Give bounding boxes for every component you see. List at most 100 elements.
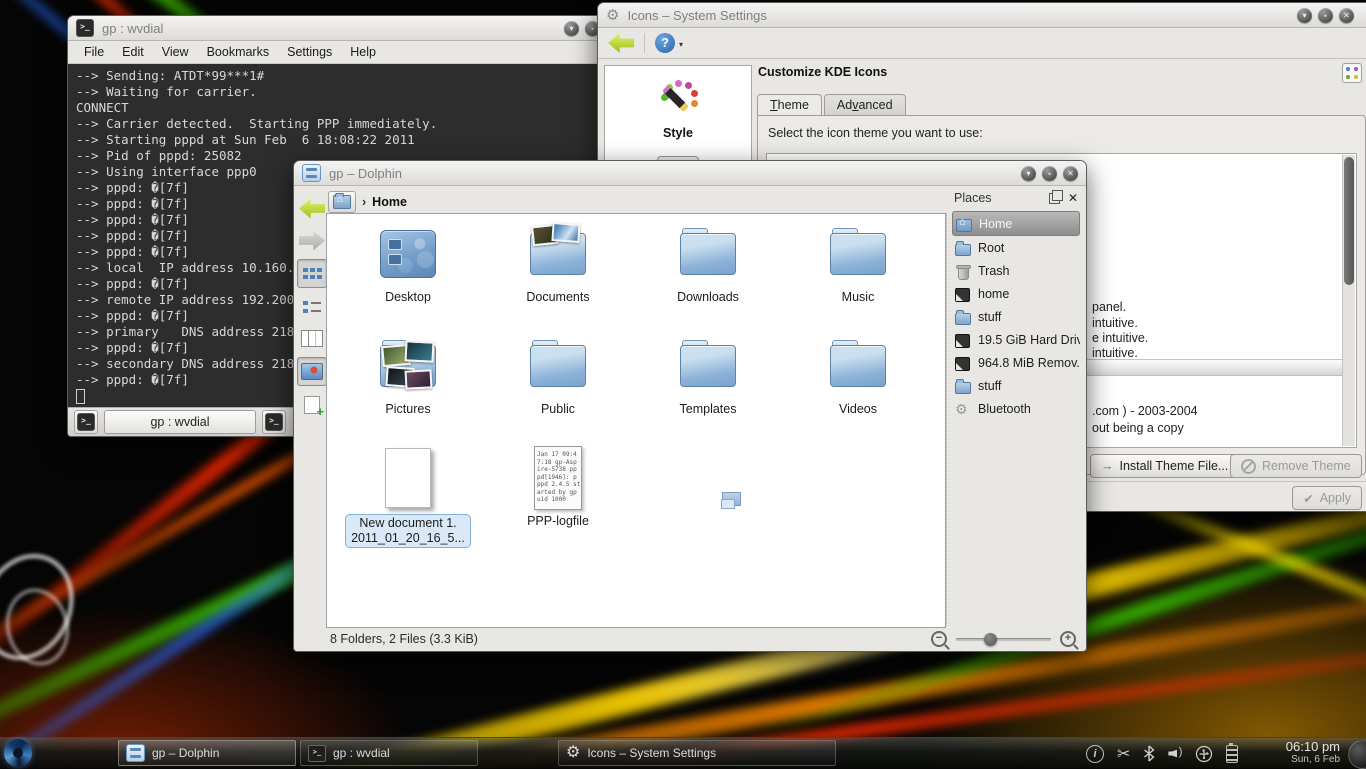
maximize-button[interactable]: [1318, 8, 1333, 23]
file-label: Desktop: [385, 290, 431, 305]
panel-splitter-handle[interactable]: [946, 213, 950, 626]
menu-edit[interactable]: Edit: [114, 43, 152, 61]
apply-button[interactable]: ✔ Apply: [1292, 486, 1362, 510]
breadcrumb-location[interactable]: Home: [372, 195, 407, 209]
dolphin-titlebar[interactable]: gp – Dolphin: [294, 161, 1086, 186]
back-arrow-icon[interactable]: [608, 33, 634, 53]
file-blank-icon: [385, 446, 431, 510]
drive-icon: [955, 332, 971, 348]
app-launcher-icon[interactable]: [4, 739, 32, 767]
sidebar-item-style[interactable]: Style: [605, 76, 751, 140]
place-label: 964.8 MiB Remov...: [978, 356, 1080, 370]
file-item-documents[interactable]: Documents: [483, 222, 633, 334]
back-button[interactable]: [298, 195, 326, 222]
details-view-button[interactable]: [298, 293, 326, 320]
icons-view-button[interactable]: [297, 259, 327, 288]
file-item-downloads[interactable]: Downloads: [633, 222, 783, 334]
place-item-bluetooth[interactable]: ⚙Bluetooth: [952, 397, 1080, 420]
breadcrumb-home-button[interactable]: [328, 191, 356, 213]
install-theme-button[interactable]: → Install Theme File...: [1090, 454, 1239, 478]
info-icon[interactable]: i: [1086, 745, 1104, 763]
system-tray: i✂: [1086, 740, 1238, 767]
place-item-964-8-mib-remov[interactable]: 964.8 MiB Remov...: [952, 351, 1080, 374]
volume-icon[interactable]: [1168, 748, 1182, 760]
folder-icon: [955, 378, 971, 394]
float-panel-icon[interactable]: [1049, 193, 1060, 204]
task-label: Icons – System Settings: [587, 746, 716, 760]
terminal-icon: [77, 413, 95, 431]
close-button[interactable]: [1339, 8, 1354, 23]
place-label: Bluetooth: [978, 402, 1031, 416]
task-icons-system-settings[interactable]: ⚙Icons – System Settings: [558, 740, 836, 766]
digital-clock[interactable]: 06:10 pm Sun, 6 Feb: [1286, 740, 1340, 765]
help-icon[interactable]: ?▾: [655, 33, 675, 53]
scrollbar-thumb[interactable]: [1344, 157, 1354, 285]
file-grid: Desktop DocumentsDownloadsMusic Pictures Pu…: [327, 214, 945, 558]
place-item-trash[interactable]: Trash: [952, 259, 1080, 282]
preview-toggle-button[interactable]: [297, 357, 327, 386]
bluetooth-icon[interactable]: [1143, 745, 1155, 762]
dolphin-statusbar: 8 Folders, 2 Files (3.3 KiB) − +: [294, 626, 1086, 651]
terminal-line: --> Sending: ATDT*99***1#: [76, 68, 600, 84]
remove-theme-button[interactable]: Remove Theme: [1230, 454, 1362, 478]
place-item-stuff[interactable]: stuff: [952, 305, 1080, 328]
terminal-line: --> Carrier detected. Starting PPP immed…: [76, 116, 600, 132]
file-item-templates[interactable]: Templates: [633, 334, 783, 446]
klipper-scissors-icon[interactable]: ✂: [1117, 744, 1130, 764]
breadcrumb-separator: ›: [362, 195, 366, 209]
place-label: 19.5 GiB Hard Drive: [978, 333, 1080, 347]
file-item-music[interactable]: Music: [783, 222, 933, 334]
minimize-button[interactable]: [564, 21, 579, 36]
panel-toolbox-cashew[interactable]: [1348, 740, 1366, 769]
clock-time: 06:10 pm: [1286, 740, 1340, 754]
tab-advanced[interactable]: Advanced: [824, 94, 906, 115]
task-gp-wvdial[interactable]: gp : wvdial: [300, 740, 478, 766]
terminal-titlebar[interactable]: gp : wvdial: [68, 16, 608, 41]
usb-device-icon[interactable]: [1195, 745, 1213, 763]
file-item-videos[interactable]: Videos: [783, 334, 933, 446]
menu-bookmarks[interactable]: Bookmarks: [199, 43, 278, 61]
system-settings-titlebar[interactable]: ⚙ Icons – System Settings: [598, 3, 1366, 28]
maximize-button[interactable]: [1042, 166, 1057, 181]
tab-theme[interactable]: Theme: [757, 94, 822, 115]
split-view-button[interactable]: [298, 391, 326, 418]
tab-list-button[interactable]: [262, 410, 286, 434]
folder-view[interactable]: Desktop DocumentsDownloadsMusic Pictures Pu…: [326, 213, 946, 628]
file-item-desktop[interactable]: Desktop: [333, 222, 483, 334]
file-item-new-document-1[interactable]: New document 1.2011_01_20_16_5...: [333, 446, 483, 558]
minimize-button[interactable]: [1021, 166, 1036, 181]
minimize-button[interactable]: [1297, 8, 1312, 23]
forward-button[interactable]: [298, 227, 326, 254]
place-item-home[interactable]: Home: [952, 211, 1080, 236]
file-item-pictures[interactable]: Pictures: [333, 334, 483, 446]
place-item-19-5-gib-hard-drive[interactable]: 19.5 GiB Hard Drive: [952, 328, 1080, 351]
zoom-slider[interactable]: [956, 632, 1051, 646]
menu-view[interactable]: View: [154, 43, 197, 61]
place-item-stuff[interactable]: stuff: [952, 374, 1080, 397]
folder-pics-icon: [380, 334, 436, 398]
close-button[interactable]: [1063, 166, 1078, 181]
task-gp-dolphin[interactable]: gp – Dolphin: [118, 740, 296, 766]
zoom-out-icon[interactable]: −: [931, 631, 947, 647]
menu-help[interactable]: Help: [342, 43, 384, 61]
file-label: Pictures: [385, 402, 430, 417]
zoom-slider-knob[interactable]: [984, 633, 997, 646]
battery-icon[interactable]: [1226, 745, 1238, 763]
columns-view-button[interactable]: [298, 325, 326, 352]
place-label: stuff: [978, 310, 1001, 324]
close-panel-icon[interactable]: ✕: [1068, 191, 1078, 205]
menu-settings[interactable]: Settings: [279, 43, 340, 61]
terminal-tab[interactable]: gp : wvdial: [104, 410, 256, 434]
dolphin-side-toolbar: [297, 195, 327, 418]
dolphin-window-buttons: [1021, 166, 1078, 181]
menu-file[interactable]: File: [76, 43, 112, 61]
place-item-root[interactable]: Root: [952, 236, 1080, 259]
new-tab-button[interactable]: [74, 410, 98, 434]
place-label: Home: [979, 217, 1012, 231]
module-grid-icon[interactable]: [1342, 63, 1362, 83]
file-item-ppp-logfile[interactable]: Jan 17 09:4 7:18 gp-Asp ire-5738 pp pd[1…: [483, 446, 633, 558]
zoom-in-icon[interactable]: +: [1060, 631, 1076, 647]
file-item-public[interactable]: Public: [483, 334, 633, 446]
scrollbar[interactable]: [1342, 155, 1355, 446]
place-item-home[interactable]: home: [952, 282, 1080, 305]
